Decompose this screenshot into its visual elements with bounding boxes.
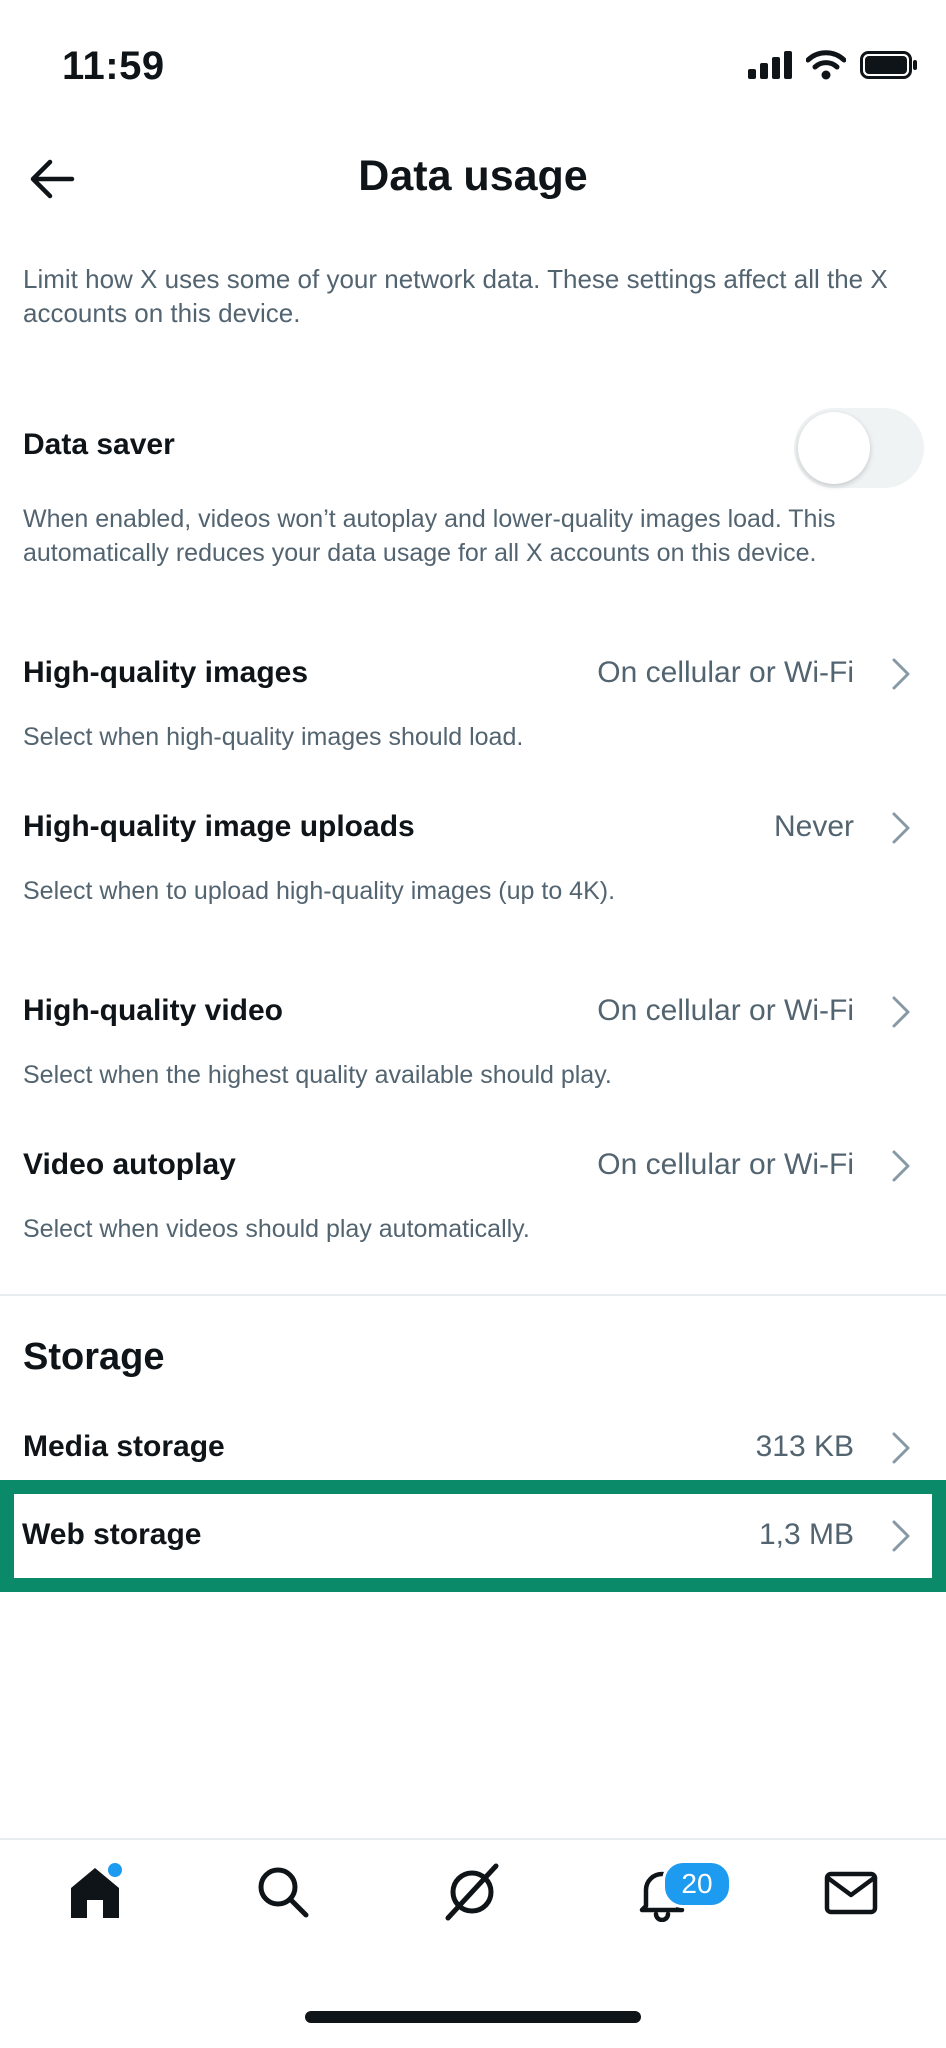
page-title: Data usage	[358, 152, 588, 200]
notifications-badge: 20	[662, 1860, 732, 1908]
storage-row-web-highlighted[interactable]: Web storage 1,3 MB	[0, 1480, 946, 1592]
storage-row-media[interactable]: Media storage 313 KB	[0, 1414, 946, 1484]
storage-label: Media storage	[23, 1430, 225, 1463]
chevron-right-icon	[892, 812, 910, 844]
setting-row-high-quality-image-uploads[interactable]: High-quality image uploads Never	[0, 794, 946, 864]
setting-value: Never	[773, 810, 854, 843]
messages-icon	[824, 1871, 878, 1915]
status-icons	[748, 50, 918, 80]
search-icon	[258, 1867, 309, 1918]
cellular-signal-icon	[748, 51, 792, 79]
bottom-nav-border	[0, 1838, 946, 1840]
chevron-right-icon	[892, 1150, 910, 1182]
toggle-knob	[798, 412, 870, 484]
status-time: 11:59	[62, 44, 165, 88]
intro-text: Limit how X uses some of your network da…	[23, 264, 888, 328]
setting-value: On cellular or Wi-Fi	[597, 994, 854, 1027]
storage-value: 313 KB	[755, 1430, 854, 1463]
chevron-right-icon	[892, 1520, 910, 1552]
section-divider	[0, 1294, 946, 1296]
setting-label: High-quality image uploads	[23, 810, 415, 843]
battery-icon	[860, 51, 917, 79]
data-saver-toggle[interactable]	[794, 408, 924, 488]
setting-description: Select when videos should play automatic…	[23, 1215, 530, 1243]
setting-value: On cellular or Wi-Fi	[597, 1148, 854, 1181]
storage-section-title: Storage	[23, 1336, 165, 1378]
nav-messages[interactable]	[821, 1862, 881, 1922]
storage-label: Web storage	[22, 1518, 202, 1551]
setting-description: Select when high-quality images should l…	[23, 723, 524, 751]
nav-search[interactable]	[253, 1862, 313, 1922]
setting-row-video-autoplay[interactable]: Video autoplay On cellular or Wi-Fi	[0, 1132, 946, 1202]
home-indicator	[305, 2011, 641, 2023]
storage-value: 1,3 MB	[758, 1518, 854, 1551]
chevron-right-icon	[892, 1432, 910, 1464]
grok-icon	[445, 1863, 499, 1921]
setting-label: Video autoplay	[23, 1148, 236, 1181]
data-saver-description: When enabled, videos won’t autoplay and …	[23, 505, 836, 567]
setting-label: High-quality video	[23, 994, 284, 1027]
setting-row-high-quality-images[interactable]: High-quality images On cellular or Wi-Fi	[0, 640, 946, 710]
setting-description: Select when the highest quality availabl…	[23, 1061, 612, 1089]
data-saver-label: Data saver	[23, 428, 175, 461]
setting-value: On cellular or Wi-Fi	[597, 656, 854, 689]
setting-description: Select when to upload high-quality image…	[23, 877, 616, 905]
setting-label: High-quality images	[23, 656, 309, 689]
chevron-right-icon	[892, 658, 910, 690]
chevron-right-icon	[892, 996, 910, 1028]
wifi-icon	[806, 50, 846, 80]
home-unread-dot	[108, 1863, 122, 1877]
setting-row-high-quality-video[interactable]: High-quality video On cellular or Wi-Fi	[0, 978, 946, 1048]
nav-grok[interactable]	[442, 1862, 502, 1922]
